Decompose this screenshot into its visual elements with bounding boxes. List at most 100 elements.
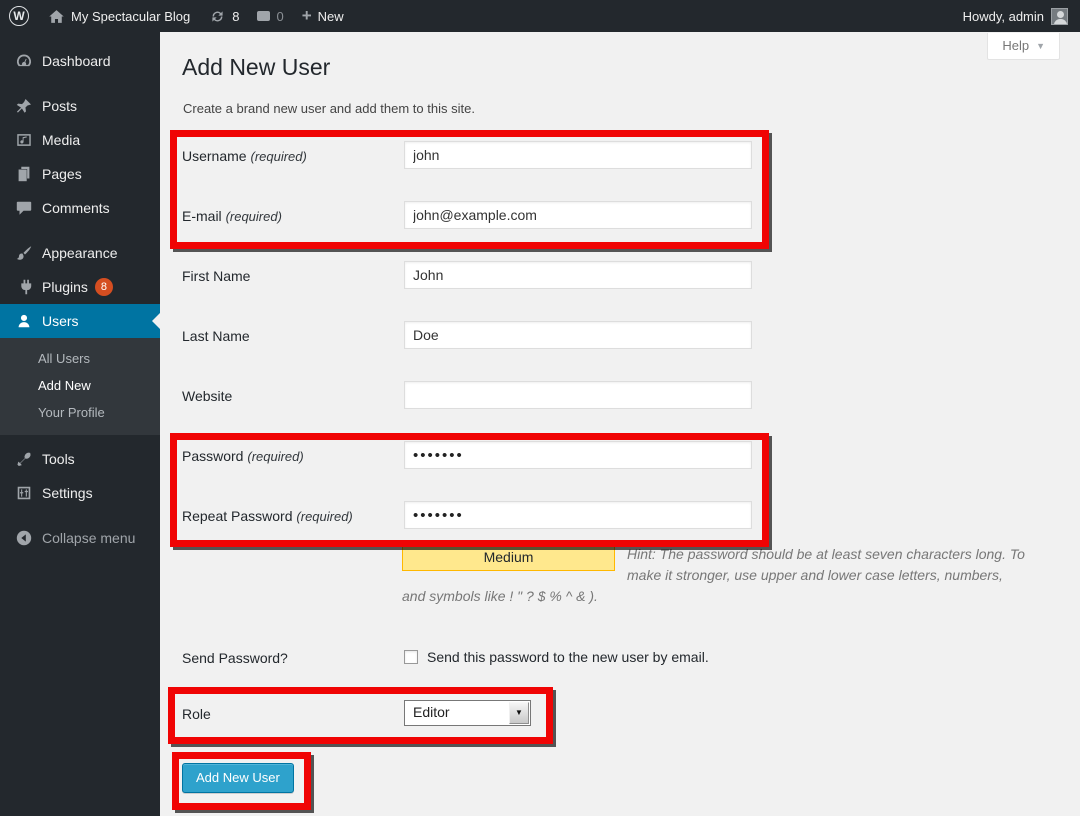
comments-menu[interactable]: 0: [248, 0, 292, 32]
last-name-label: Last Name: [182, 328, 250, 344]
sidebar-label: Media: [42, 132, 80, 148]
sidebar-item-dashboard[interactable]: Dashboard: [0, 44, 160, 78]
sidebar-item-tools[interactable]: Tools: [0, 442, 160, 476]
plus-icon: +: [302, 7, 312, 24]
submenu-label: Add New: [38, 378, 91, 393]
dashboard-icon: [14, 51, 34, 71]
role-label: Role: [182, 706, 211, 722]
media-icon: [14, 130, 34, 150]
new-label: New: [318, 9, 344, 24]
repeat-password-label: Repeat Password: [182, 508, 293, 524]
admin-bar: W My Spectacular Blog 8 0 + New Howdy, a…: [0, 0, 1080, 32]
sidebar-item-plugins[interactable]: Plugins 8: [0, 270, 160, 304]
sidebar-item-appearance[interactable]: Appearance: [0, 236, 160, 270]
sidebar-label: Collapse menu: [42, 530, 135, 546]
sidebar-label: Dashboard: [42, 53, 111, 69]
sidebar-item-collapse-menu[interactable]: Collapse menu: [0, 521, 160, 555]
main-content: Help ▼ Add New User Create a brand new u…: [160, 32, 1080, 816]
role-select[interactable]: Editor ▼: [404, 700, 531, 726]
username-label: Username: [182, 148, 247, 164]
chevron-down-icon: ▼: [1036, 41, 1045, 51]
update-count: 8: [232, 9, 239, 24]
plugin-icon: [14, 277, 34, 297]
required-note: (required): [247, 449, 303, 464]
submenu-your-profile[interactable]: Your Profile: [0, 399, 160, 426]
first-name-input[interactable]: [404, 261, 752, 289]
page-title: Add New User: [160, 32, 1080, 82]
new-content-menu[interactable]: + New: [293, 0, 353, 32]
comment-icon: [14, 198, 34, 218]
sidebar-label: Appearance: [42, 245, 118, 261]
comment-count: 0: [276, 9, 283, 24]
sidebar-label: Comments: [42, 200, 110, 216]
sidebar-label: Plugins: [42, 279, 88, 295]
submenu-all-users[interactable]: All Users: [0, 345, 160, 372]
updates-icon: [208, 7, 226, 25]
sidebar-item-media[interactable]: Media: [0, 123, 160, 157]
help-button[interactable]: Help ▼: [987, 33, 1060, 60]
submenu-label: Your Profile: [38, 405, 105, 420]
password-input[interactable]: [404, 441, 752, 469]
send-password-row: Send Password? Send this password to the…: [182, 647, 1080, 667]
submenu-label: All Users: [38, 351, 90, 366]
pushpin-icon: [14, 96, 34, 116]
wordpress-logo-icon: W: [9, 6, 29, 26]
website-label: Website: [182, 388, 232, 404]
site-name-link[interactable]: My Spectacular Blog: [38, 0, 199, 32]
add-user-form: Username (required) E-mail (required) Fi…: [160, 141, 1080, 793]
sidebar-label: Pages: [42, 166, 82, 182]
first-name-row: First Name: [182, 261, 1080, 289]
role-selected-value: Editor: [413, 704, 450, 720]
send-password-checkbox-label: Send this password to the new user by em…: [427, 649, 709, 665]
repeat-password-input[interactable]: [404, 501, 752, 529]
sidebar-item-pages[interactable]: Pages: [0, 157, 160, 191]
add-new-user-button[interactable]: Add New User: [182, 763, 294, 793]
email-label: E-mail: [182, 208, 222, 224]
username-input[interactable]: [404, 141, 752, 169]
home-icon: [47, 7, 65, 25]
sidebar-item-comments[interactable]: Comments: [0, 191, 160, 225]
website-row: Website: [182, 381, 1080, 409]
plugins-update-badge: 8: [95, 278, 113, 296]
sidebar-label: Users: [42, 313, 79, 329]
send-password-checkbox[interactable]: [404, 650, 418, 664]
last-name-input[interactable]: [404, 321, 752, 349]
sidebar-label: Settings: [42, 485, 93, 501]
submenu-add-new[interactable]: Add New: [0, 372, 160, 399]
collapse-icon: [14, 528, 34, 548]
help-label: Help: [1002, 38, 1029, 53]
password-label: Password: [182, 448, 243, 464]
select-arrow-icon[interactable]: ▼: [509, 702, 529, 724]
password-row: Password (required): [182, 441, 1080, 469]
username-row: Username (required): [182, 141, 1080, 169]
comments-icon: [257, 11, 270, 21]
users-icon: [14, 311, 34, 331]
email-input[interactable]: [404, 201, 752, 229]
password-strength-meter: Medium: [402, 544, 615, 571]
howdy-text[interactable]: Howdy, admin: [963, 9, 1044, 24]
page-subtitle: Create a brand new user and add them to …: [160, 82, 1080, 116]
updates-menu[interactable]: 8: [199, 0, 248, 32]
role-row: Role Editor ▼: [182, 700, 1080, 726]
wordpress-admin: W My Spectacular Blog 8 0 + New Howdy, a…: [0, 0, 1080, 816]
site-name-label: My Spectacular Blog: [71, 9, 190, 24]
email-row: E-mail (required): [182, 201, 1080, 229]
wrench-icon: [14, 449, 34, 469]
repeat-password-row: Repeat Password (required): [182, 501, 1080, 529]
sidebar-label: Posts: [42, 98, 77, 114]
website-input[interactable]: [404, 381, 752, 409]
password-strength-block: Medium Hint: The password should be at l…: [402, 544, 1030, 607]
sidebar-item-users[interactable]: Users: [0, 304, 160, 338]
admin-sidebar: Dashboard Posts Media Pages Comments: [0, 32, 160, 816]
settings-icon: [14, 483, 34, 503]
users-submenu: All Users Add New Your Profile: [0, 338, 160, 435]
wp-logo-menu[interactable]: W: [0, 0, 38, 32]
required-note: (required): [296, 509, 352, 524]
sidebar-item-posts[interactable]: Posts: [0, 89, 160, 123]
pages-icon: [14, 164, 34, 184]
sidebar-item-settings[interactable]: Settings: [0, 476, 160, 510]
required-note: (required): [250, 149, 306, 164]
sidebar-label: Tools: [42, 451, 75, 467]
avatar[interactable]: [1051, 8, 1068, 25]
submit-row: Add New User: [182, 763, 1080, 793]
